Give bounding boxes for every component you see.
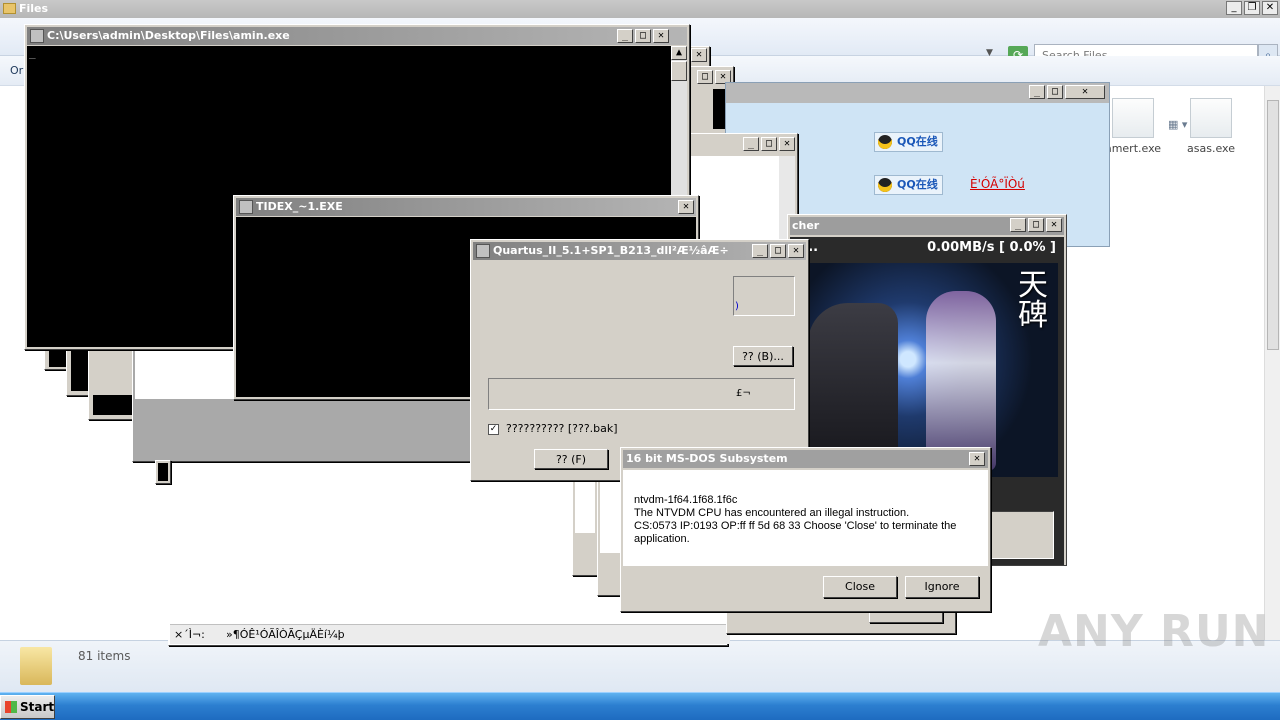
minimize-button[interactable]: _ [1029,85,1045,99]
close-button[interactable]: ✕ [1046,218,1062,232]
cmd-title: C:\Users\admin\Desktop\Files\amin.exe [47,29,290,42]
backup-checkbox-label: ?????????? [???.bak] [506,422,618,435]
scroll-up-button[interactable]: ▲ [671,46,687,60]
file-label: asas.exe [1187,142,1235,155]
ignore-button[interactable]: Ignore [905,576,979,598]
explorer-scrollbar[interactable] [1264,86,1280,640]
error-message: ntvdm-1f64.1f68.1f6c The NTVDM CPU has e… [634,494,957,545]
background-status-bar: ×´Ì¬: »¶Ó­Ê¹ÓÃÎÒÃÇµÄÈí¼þ [170,624,730,644]
item-count: 81 items [78,649,131,663]
minimize-button[interactable]: _ [617,29,633,43]
info-group: ) [733,276,795,316]
folder-icon [3,3,16,14]
close-button[interactable]: ✕ [678,200,694,214]
close-button[interactable]: ✕ [788,244,804,258]
status-label: ×´Ì¬: [174,628,205,641]
dos-app-icon [239,200,253,214]
tidex-titlebar: TIDEX_~1.EXE ✕ [236,198,696,216]
maximize-button[interactable]: □ [761,137,777,151]
info-link[interactable]: ) [735,301,739,312]
patch-button[interactable]: ?? (F) [534,449,608,469]
minimize-button[interactable]: _ [752,244,768,258]
dos-title: 16 bit MS-DOS Subsystem [626,452,788,465]
organize-menu[interactable]: Or [10,64,23,77]
game-banner-image: 天 碑 [808,263,1058,477]
explorer-titlebar: Files _ ❐ ✕ [0,0,1280,18]
anyrun-watermark: ANY RUN [1038,606,1270,657]
scrollbar-thumb[interactable] [671,61,687,81]
explorer-title: Files [19,2,49,15]
tidex-title: TIDEX_~1.EXE [256,200,343,213]
exe-file-icon [1112,98,1154,138]
close-dialog-button[interactable]: Close [823,576,897,598]
minimize-button[interactable]: _ [1010,218,1026,232]
status-message: »¶Ó­Ê¹ÓÃÎÒÃÇµÄÈí¼þ [226,628,345,641]
stacked-window: _ □ ✕ [690,133,798,253]
taskbar: Start [0,692,1280,720]
minimize-button[interactable]: _ [743,137,759,151]
close-button[interactable]: ✕ [779,137,795,151]
quartus-titlebar: Quartus_II_5.1+SP1_B213_dll²Æ½âÆ÷ _ □ ✕ [473,242,806,260]
path-field-text: £¬ [736,388,751,399]
launcher-panel [984,511,1054,559]
dos-titlebar: 16 bit MS-DOS Subsystem ✕ [623,450,988,468]
restore-button[interactable]: ❐ [1244,1,1260,15]
start-button[interactable]: Start [0,695,55,719]
download-speed: 0.00MB/s [ 0.0% ] [927,240,1056,255]
close-button[interactable]: ✕ [691,48,707,62]
app-icon [476,244,490,258]
qq-online-badge[interactable]: QQ在线 [874,132,943,152]
close-button[interactable]: ✕ [1065,85,1105,99]
console-icon [30,29,44,43]
ghost-window [155,460,171,484]
path-field[interactable]: £¬ [488,378,795,410]
explorer-window-controls: _ ❐ ✕ [1226,1,1278,15]
qq-link[interactable]: È'ÓÃ°ÏÒú [970,177,1025,191]
ntvdm-error-dialog: 16 bit MS-DOS Subsystem ✕ ntvdm-1f64.1f6… [620,447,991,612]
maximize-button[interactable]: □ [635,29,651,43]
maximize-button[interactable]: □ [770,244,786,258]
close-button[interactable]: ✕ [653,29,669,43]
maximize-button[interactable]: □ [697,70,713,84]
backup-checkbox[interactable]: ✓ [488,424,499,435]
close-button[interactable]: ✕ [1262,1,1278,15]
quartus-dialog: Quartus_II_5.1+SP1_B213_dll²Æ½âÆ÷ _ □ ✕ … [470,239,809,481]
qq-online-badge[interactable]: QQ在线 [874,175,943,195]
launcher-title: cher [792,219,820,232]
maximize-button[interactable]: □ [1047,85,1063,99]
file-item[interactable]: asas.exe [1176,98,1246,155]
qq-titlebar: _ □ ✕ [726,83,1109,103]
launcher-titlebar: cher _ □ ✕ [790,217,1064,235]
maximize-button[interactable]: □ [1028,218,1044,232]
folder-icon [20,647,52,685]
close-button[interactable]: ✕ [969,452,985,466]
minimize-button[interactable]: _ [1226,1,1242,15]
quartus-title: Quartus_II_5.1+SP1_B213_dll²Æ½âÆ÷ [493,244,729,257]
game-logo: 天 碑 [1018,268,1048,333]
exe-file-icon [1190,98,1232,138]
file-label: amert.exe [1104,142,1162,155]
browse-button[interactable]: ?? (B)... [733,346,793,366]
console-cursor: _ [29,46,36,59]
dos-message-area: ntvdm-1f64.1f68.1f6c The NTVDM CPU has e… [623,470,988,566]
cmd-titlebar: C:\Users\admin\Desktop\Files\amin.exe _ … [27,27,687,45]
scrollbar-thumb[interactable] [1267,100,1279,350]
